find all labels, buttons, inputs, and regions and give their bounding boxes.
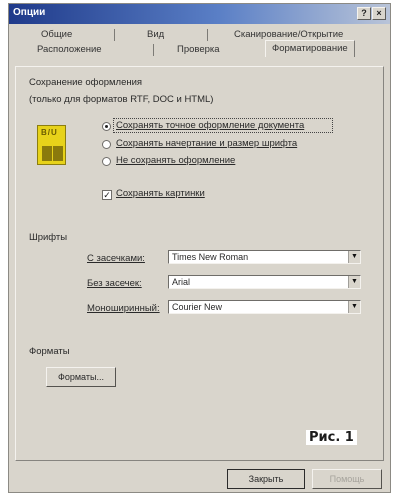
radio-font-style-size[interactable] [102,140,111,149]
tab-strip: Общие Вид Сканирование/Открытие Располож… [15,26,384,66]
formats-note: (только для форматов RTF, DOC и HTML) [29,94,214,105]
fonts-group-label: Шрифты [29,232,68,243]
options-dialog: Опции ? × Общие Вид Сканирование/Открыти… [8,3,391,493]
chevron-down-icon[interactable]: ▼ [348,276,360,288]
radio-no-formatting[interactable] [102,157,111,166]
radio-exact-formatting[interactable] [102,122,111,131]
save-formatting-group-label: Сохранение оформления [29,77,143,88]
focus-rectangle [113,118,333,133]
sans-serif-font-value: Arial [172,277,191,287]
tab-separator [114,29,115,41]
chevron-down-icon[interactable]: ▼ [348,301,360,313]
chevron-down-icon[interactable]: ▼ [348,251,360,263]
preview-block-left [42,146,52,161]
monospace-font-select[interactable]: Courier New ▼ [168,300,361,314]
help-button[interactable]: ? [357,7,371,20]
tab-check[interactable]: Проверка [177,44,220,55]
option-no-formatting-label[interactable]: Не сохранять оформление [116,155,235,166]
figure-caption: Рис. 1 [306,430,357,445]
serif-font-select[interactable]: Times New Roman ▼ [168,250,361,264]
sans-serif-font-select[interactable]: Arial ▼ [168,275,361,289]
close-button[interactable]: Закрыть [227,469,305,489]
formatting-panel: Сохранение оформления (только для формат… [15,66,384,461]
preview-glyph: B/U [41,128,58,137]
monospace-font-value: Courier New [172,302,223,312]
tab-formatting[interactable]: Форматирование [265,40,355,57]
serif-font-label: С засечками: [87,253,145,264]
tab-view[interactable]: Вид [147,29,164,40]
formats-group-label: Форматы [29,346,70,357]
option-font-style-size-label[interactable]: Сохранять начертание и размер шрифта [116,138,297,149]
tab-separator [207,29,208,41]
formats-button[interactable]: Форматы... [46,367,116,387]
sans-serif-font-label: Без засечек: [87,278,142,289]
preview-block-right [53,146,63,161]
monospace-font-label: Моноширинный: [87,303,160,314]
keep-images-checkbox[interactable]: ✓ [102,190,112,200]
format-preview-icon: B/U [37,125,66,165]
tab-location[interactable]: Расположение [37,44,102,55]
tab-separator [153,44,154,56]
window-title: Опции [13,7,46,18]
serif-font-value: Times New Roman [172,252,249,262]
tab-scan-open[interactable]: Сканирование/Открытие [234,29,343,40]
keep-images-label[interactable]: Сохранять картинки [116,188,205,199]
title-bar[interactable]: Опции ? × [9,4,390,24]
help-dialog-button[interactable]: Помощь [312,469,382,489]
close-window-button[interactable]: × [372,7,386,20]
tab-general[interactable]: Общие [41,29,72,40]
